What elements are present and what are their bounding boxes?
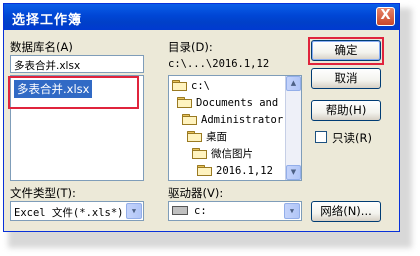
open-folder-icon: [197, 165, 212, 176]
open-folder-icon: [177, 97, 192, 108]
drive-icon: [172, 206, 188, 215]
tree-item-documents[interactable]: Documents and S: [177, 95, 291, 111]
chevron-down-icon[interactable]: ▼: [126, 203, 142, 219]
window-title: 选择工作簿: [12, 13, 83, 28]
directory-tree[interactable]: c:\ Documents and S Administrator 桌面 微信图…: [168, 75, 302, 181]
drive-value: c:: [194, 205, 207, 217]
readonly-label: 只读(R): [332, 131, 372, 145]
directory-label: 目录(D):: [168, 40, 213, 54]
tree-item-current-folder[interactable]: 2016.1,12: [197, 163, 273, 179]
title-bar[interactable]: 选择工作簿 X: [4, 4, 399, 30]
tree-item-desktop[interactable]: 桌面: [187, 129, 227, 145]
help-button[interactable]: 帮助(H): [311, 100, 381, 121]
cancel-button[interactable]: 取消: [311, 68, 381, 89]
select-workbook-dialog: 选择工作簿 X 数据库名(A) 多表合并.xlsx 多表合并.xlsx 目录(D…: [3, 3, 400, 232]
chevron-down-icon[interactable]: ▼: [284, 203, 300, 219]
readonly-checkbox[interactable]: [315, 131, 327, 143]
network-button[interactable]: 网络(N)...: [311, 201, 381, 222]
drives-label: 驱动器(V):: [168, 186, 224, 200]
filetype-select[interactable]: Excel 文件(*.xls*) ▼: [10, 201, 144, 221]
directory-path: c:\...\2016.1,12: [168, 58, 270, 70]
annotation-box-ok: [308, 37, 384, 65]
open-folder-icon: [172, 80, 187, 91]
filename-label: 数据库名(A): [10, 40, 73, 54]
filetype-value: Excel 文件(*.xls*): [14, 207, 124, 219]
scroll-up-icon[interactable]: ▲: [286, 76, 301, 91]
filetype-label: 文件类型(T):: [10, 186, 76, 200]
open-folder-icon: [187, 131, 202, 142]
tree-item-root[interactable]: c:\: [172, 78, 210, 94]
tree-item-wechat-images[interactable]: 微信图片: [192, 146, 253, 162]
drive-select[interactable]: c: ▼: [168, 201, 302, 221]
tree-scrollbar[interactable]: ▲ ▼: [285, 76, 301, 180]
annotation-box-file: [8, 76, 139, 109]
tree-item-administrator[interactable]: Administrator: [182, 112, 283, 128]
scroll-down-icon[interactable]: ▼: [286, 165, 301, 180]
filename-input[interactable]: 多表合并.xlsx: [10, 55, 144, 73]
open-folder-icon: [192, 148, 207, 159]
close-button[interactable]: X: [376, 7, 395, 26]
open-folder-icon: [182, 114, 197, 125]
